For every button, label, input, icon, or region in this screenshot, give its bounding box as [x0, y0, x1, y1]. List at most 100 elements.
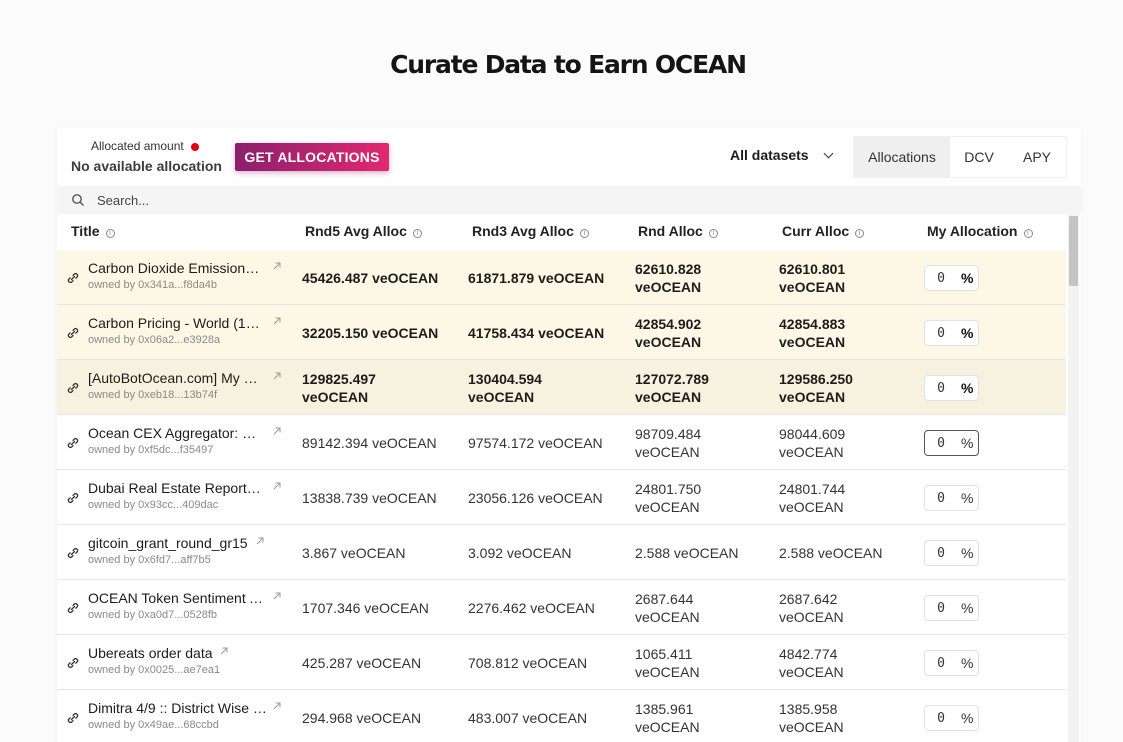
column-rnd3[interactable]: Rnd3 Avg Alloc i — [472, 223, 589, 239]
get-allocations-button[interactable]: GET ALLOCATIONS — [235, 143, 389, 171]
percent-label: % — [961, 325, 974, 341]
my-allocation-field[interactable]: % — [924, 540, 979, 566]
my-allocation-field[interactable]: % — [924, 595, 979, 621]
column-curr-alloc[interactable]: Curr Alloc i — [782, 223, 865, 239]
table-row[interactable]: Carbon Dioxide Emissions - World (1970 -… — [57, 250, 1066, 305]
info-icon[interactable]: i — [855, 229, 865, 238]
dataset-owner: owned by 0x93cc...409dac — [88, 499, 219, 511]
column-my-allocation[interactable]: My Allocation i — [927, 223, 1033, 239]
tab-dcv[interactable]: DCV — [950, 137, 1008, 177]
percent-label: % — [961, 600, 974, 616]
dataset-title[interactable]: OCEAN Token Sentiment Analysis — [88, 590, 264, 606]
external-link-icon[interactable] — [272, 481, 282, 491]
percent-label: % — [961, 490, 974, 506]
table-row[interactable]: Ocean CEX Aggregator: OHLC history owned… — [57, 415, 1066, 470]
dataset-owner: owned by 0x0025...ae7ea1 — [88, 664, 221, 676]
link-icon — [67, 657, 79, 669]
info-icon[interactable]: i — [1023, 229, 1033, 238]
dataset-title[interactable]: Dubai Real Estate Report 2023 — [88, 480, 264, 496]
tab-allocations[interactable]: Allocations — [854, 137, 950, 177]
info-icon[interactable]: i — [105, 229, 115, 238]
dataset-title[interactable]: [AutoBotOcean.com] My Ocean Predictions — [88, 370, 264, 386]
rnd3-avg-alloc: 41758.434 veOCEAN — [468, 325, 605, 341]
curr-alloc: 129586.250 veOCEAN — [779, 371, 853, 405]
external-link-icon[interactable] — [272, 261, 282, 271]
table-row[interactable]: [AutoBotOcean.com] My Ocean Predictions … — [57, 360, 1066, 415]
external-link-icon[interactable] — [272, 371, 282, 381]
my-allocation-field[interactable]: % — [924, 485, 979, 511]
my-allocation-input[interactable] — [927, 545, 955, 561]
rnd3-avg-alloc: 61871.879 veOCEAN — [468, 270, 605, 286]
info-icon[interactable]: i — [412, 229, 422, 238]
rnd3-avg-alloc: 708.812 veOCEAN — [468, 655, 588, 671]
my-allocation-input[interactable] — [927, 270, 955, 286]
my-allocation-input[interactable] — [927, 710, 955, 726]
table-row[interactable]: gitcoin_grant_round_gr15 owned by 0x6fd7… — [57, 525, 1066, 580]
dataset-title[interactable]: Carbon Dioxide Emissions - World (1970 -… — [88, 260, 264, 276]
column-rnd3-label: Rnd3 Avg Alloc — [472, 223, 574, 239]
percent-label: % — [961, 545, 974, 561]
external-link-icon[interactable] — [272, 316, 282, 326]
dataset-title[interactable]: Carbon Pricing - World (1990 - 2022) — [88, 315, 264, 331]
search-input[interactable] — [97, 190, 997, 210]
curr-alloc: 2687.642 veOCEAN — [779, 591, 844, 625]
curr-alloc: 2.588 veOCEAN — [779, 545, 883, 561]
my-allocation-field[interactable]: % — [924, 375, 979, 401]
dataset-owner: owned by 0xeb18...13b74f — [88, 389, 218, 401]
alert-icon[interactable] — [191, 143, 199, 151]
rnd-alloc: 1065.411 veOCEAN — [635, 646, 700, 680]
my-allocation-field[interactable]: % — [924, 430, 979, 456]
info-icon[interactable]: i — [708, 229, 718, 238]
rnd-alloc: 2.588 veOCEAN — [635, 545, 739, 561]
external-link-icon[interactable] — [219, 646, 229, 656]
dataset-title[interactable]: gitcoin_grant_round_gr15 — [88, 535, 252, 551]
dataset-title[interactable]: Dimitra 4/9 :: District Wise Crop Produc… — [88, 700, 268, 716]
rnd5-avg-alloc: 294.968 veOCEAN — [302, 710, 422, 726]
external-link-icon[interactable] — [272, 701, 282, 711]
table-header: Title i Rnd5 Avg Alloc i Rnd3 Avg Alloc i R… — [57, 214, 1067, 250]
table-row[interactable]: OCEAN Token Sentiment Analysis owned by … — [57, 580, 1066, 635]
scrollbar[interactable] — [1068, 214, 1079, 742]
my-allocation-field[interactable]: % — [924, 265, 979, 291]
my-allocation-input[interactable] — [927, 490, 955, 506]
rnd5-avg-alloc: 32205.150 veOCEAN — [302, 325, 439, 341]
dataset-table: Carbon Dioxide Emissions - World (1970 -… — [57, 250, 1066, 742]
column-title[interactable]: Title i — [71, 223, 115, 239]
my-allocation-field[interactable]: % — [924, 650, 979, 676]
my-allocation-field[interactable]: % — [924, 705, 979, 731]
table-row[interactable]: Ubereats order data owned by 0x0025...ae… — [57, 635, 1066, 690]
rnd-alloc: 1385.961 veOCEAN — [635, 701, 700, 735]
table-row[interactable]: Carbon Pricing - World (1990 - 2022) own… — [57, 305, 1066, 360]
my-allocation-input[interactable] — [927, 655, 955, 671]
my-allocation-field[interactable]: % — [924, 320, 979, 346]
dataset-title[interactable]: Ubereats order data — [88, 645, 218, 661]
search-bar — [57, 186, 1081, 214]
external-link-icon[interactable] — [272, 426, 282, 436]
dataset-title[interactable]: Ocean CEX Aggregator: OHLC history — [88, 425, 264, 441]
rnd5-avg-alloc: 129825.497 veOCEAN — [302, 371, 376, 405]
link-icon — [67, 712, 79, 724]
column-rnd-alloc[interactable]: Rnd Alloc i — [638, 223, 718, 239]
external-link-icon[interactable] — [255, 536, 265, 546]
dataset-owner: owned by 0xa0d7...0528fb — [88, 609, 218, 621]
column-my-allocation-label: My Allocation — [927, 223, 1018, 239]
scrollbar-thumb[interactable] — [1069, 216, 1078, 286]
dataset-filter-dropdown[interactable]: All datasets — [730, 147, 834, 163]
column-title-label: Title — [71, 223, 100, 239]
curr-alloc: 62610.801 veOCEAN — [779, 261, 846, 295]
column-rnd5[interactable]: Rnd5 Avg Alloc i — [305, 223, 422, 239]
my-allocation-input[interactable] — [927, 380, 955, 396]
table-row[interactable]: Dubai Real Estate Report 2023 owned by 0… — [57, 470, 1066, 525]
rnd5-avg-alloc: 3.867 veOCEAN — [302, 545, 406, 561]
dataset-owner: owned by 0x06a2...e3928a — [88, 334, 221, 346]
link-icon — [67, 272, 79, 284]
my-allocation-input[interactable] — [927, 600, 955, 616]
table-row[interactable]: Dimitra 4/9 :: District Wise Crop Produc… — [57, 690, 1066, 742]
my-allocation-input[interactable] — [927, 325, 955, 341]
info-icon[interactable]: i — [579, 229, 589, 238]
my-allocation-input[interactable] — [927, 435, 955, 451]
column-rnd-alloc-label: Rnd Alloc — [638, 223, 703, 239]
curr-alloc: 42854.883 veOCEAN — [779, 316, 846, 350]
tab-apy[interactable]: APY — [1008, 137, 1066, 177]
external-link-icon[interactable] — [272, 591, 282, 601]
